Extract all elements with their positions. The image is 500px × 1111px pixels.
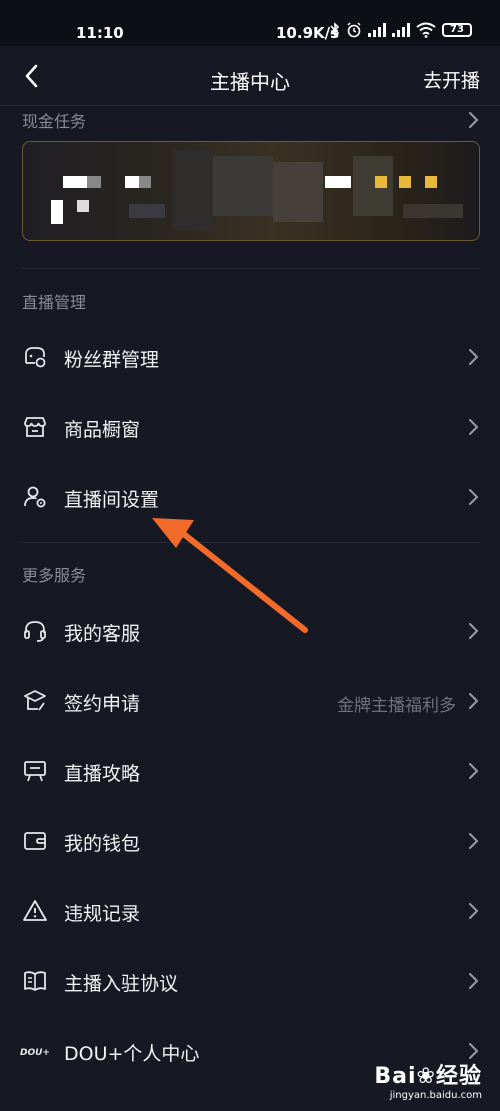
baidu-jingyan-watermark: Bai❀经验 jingyan.baidu.com — [374, 1058, 482, 1101]
annotation-arrow — [152, 518, 308, 633]
watermark-logo: Bai❀经验 — [374, 1064, 482, 1089]
watermark-url: jingyan.baidu.com — [389, 1090, 482, 1101]
anchor-center-screen: 11:10 10.9K/s 73 主播中心 去开播 现金任务 直播管理 粉丝群管… — [0, 0, 500, 1111]
